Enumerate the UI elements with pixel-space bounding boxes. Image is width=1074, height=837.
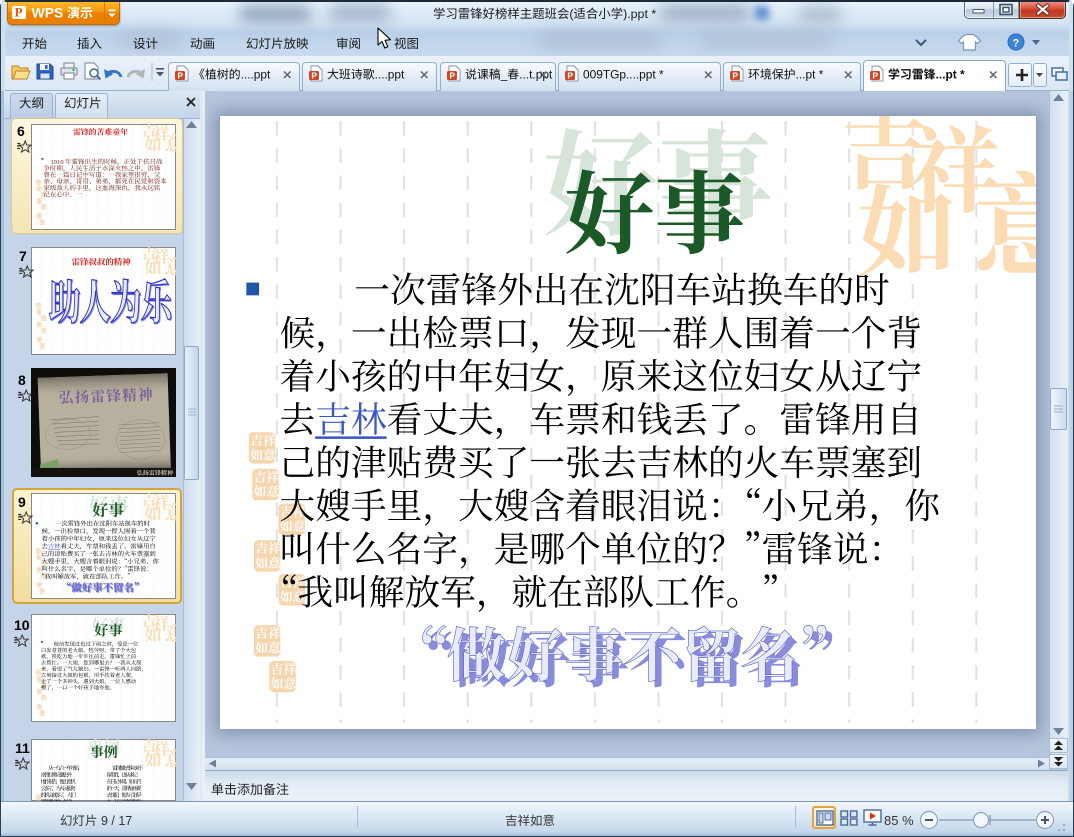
svg-text:WPS: WPS bbox=[32, 5, 64, 21]
svg-text:009TGp....ppt *: 009TGp....ppt * bbox=[583, 68, 664, 82]
svg-text:(: ( bbox=[569, 7, 574, 21]
svg-text:P: P bbox=[732, 71, 738, 81]
svg-text:_: _ bbox=[500, 68, 508, 82]
svg-text:...pt *: ...pt * bbox=[796, 68, 824, 82]
svg-text:11: 11 bbox=[15, 740, 30, 756]
svg-text:...t.ppt: ...t.ppt bbox=[519, 68, 553, 82]
svg-text:7: 7 bbox=[19, 248, 27, 264]
svg-text:P: P bbox=[311, 71, 317, 81]
svg-text:9: 9 bbox=[18, 494, 26, 510]
svg-text:1910: 1910 bbox=[51, 159, 64, 166]
svg-text:P: P bbox=[177, 71, 183, 81]
svg-text:P: P bbox=[449, 71, 455, 81]
svg-text:...pt *: ...pt * bbox=[936, 68, 965, 82]
svg-text:85 %: 85 % bbox=[884, 813, 914, 828]
svg-text:8: 8 bbox=[18, 372, 26, 388]
svg-text:?: ? bbox=[1013, 38, 1020, 50]
svg-text:9 / 17: 9 / 17 bbox=[98, 814, 133, 828]
svg-text:6: 6 bbox=[17, 123, 25, 139]
svg-text:).ppt *: ).ppt * bbox=[623, 7, 656, 21]
svg-text:P: P bbox=[567, 71, 573, 81]
svg-text:P: P bbox=[15, 5, 23, 20]
svg-text:P: P bbox=[872, 71, 878, 81]
svg-text:....ppt: ....ppt bbox=[241, 68, 271, 82]
svg-text:....ppt: ....ppt bbox=[375, 68, 405, 82]
svg-text:10: 10 bbox=[14, 617, 30, 633]
